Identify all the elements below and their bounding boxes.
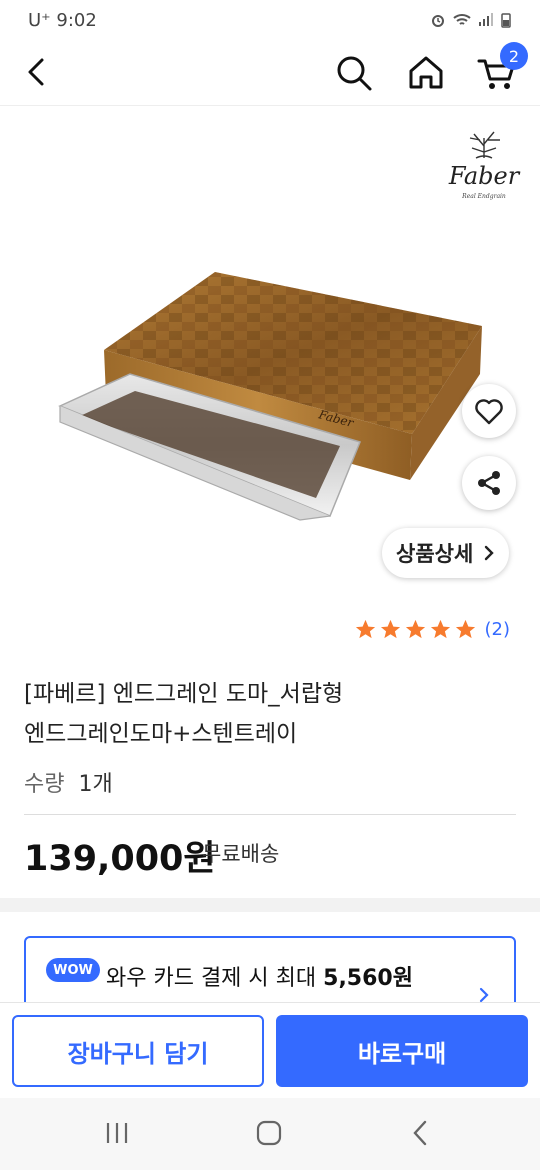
chevron-right-icon xyxy=(485,545,494,561)
bottom-action-bar: 장바구니 담기 바로구매 xyxy=(0,1002,540,1098)
star-icon xyxy=(430,619,450,639)
back-button-icon[interactable] xyxy=(404,1118,438,1148)
star-icon xyxy=(455,619,475,639)
battery-icon xyxy=(501,13,511,28)
review-count[interactable]: (2) xyxy=(485,619,511,640)
home-icon[interactable] xyxy=(406,53,446,93)
system-navigation-bar xyxy=(0,1098,540,1170)
add-to-cart-button[interactable]: 장바구니 담기 xyxy=(12,1015,264,1087)
back-icon[interactable] xyxy=(18,54,54,90)
wow-promo-text: 와우 카드 결제 시 최대 5,560원 xyxy=(106,960,413,992)
wow-promo-amount: 5,560원 xyxy=(323,966,413,991)
product-detail-label: 상품상세 xyxy=(396,542,474,566)
status-carrier-time: U⁺ 9:02 xyxy=(28,9,97,31)
wishlist-button[interactable] xyxy=(462,384,516,438)
section-divider xyxy=(0,898,540,912)
top-navigation xyxy=(0,40,540,106)
quantity-row: 수량 1개 xyxy=(24,766,113,798)
product-title-line-1: [파베르] 엔드그레인 도마_서랍형 xyxy=(24,681,344,707)
wifi-icon xyxy=(453,14,471,25)
wow-badge: WOW xyxy=(46,958,100,982)
rating[interactable]: (2) xyxy=(354,618,511,641)
star-icon xyxy=(355,619,375,639)
status-bar: U⁺ 9:02 xyxy=(0,0,540,40)
heart-icon xyxy=(475,399,503,425)
search-icon[interactable] xyxy=(334,53,374,93)
product-detail-button[interactable]: 상품상세 xyxy=(382,528,510,578)
signal-icon xyxy=(479,13,493,26)
divider xyxy=(24,814,516,815)
recent-apps-icon[interactable] xyxy=(100,1118,134,1148)
star-icon xyxy=(380,619,400,639)
cart-count-badge: 2 xyxy=(500,42,528,70)
product-image[interactable]: Faber Real Endgrain Faber 상품상세 xyxy=(0,106,540,600)
alarm-icon xyxy=(432,15,444,27)
price: 139,000원 xyxy=(24,839,216,879)
quantity-value: 1개 xyxy=(78,772,113,797)
status-icons xyxy=(430,12,512,28)
shipping-info: 무료배송 xyxy=(202,842,280,866)
share-button[interactable] xyxy=(462,456,516,510)
star-icon xyxy=(405,619,425,639)
share-icon xyxy=(478,471,500,495)
home-button-icon[interactable] xyxy=(252,1118,286,1148)
buy-now-button[interactable]: 바로구매 xyxy=(276,1015,528,1087)
product-title-line-2: 엔드그레인도마+스텐트레이 xyxy=(24,721,298,747)
wow-promo-prefix: 와우 카드 결제 시 최대 xyxy=(106,966,324,991)
cutting-board-illustration: Faber xyxy=(58,272,482,521)
quantity-label: 수량 xyxy=(24,772,65,797)
